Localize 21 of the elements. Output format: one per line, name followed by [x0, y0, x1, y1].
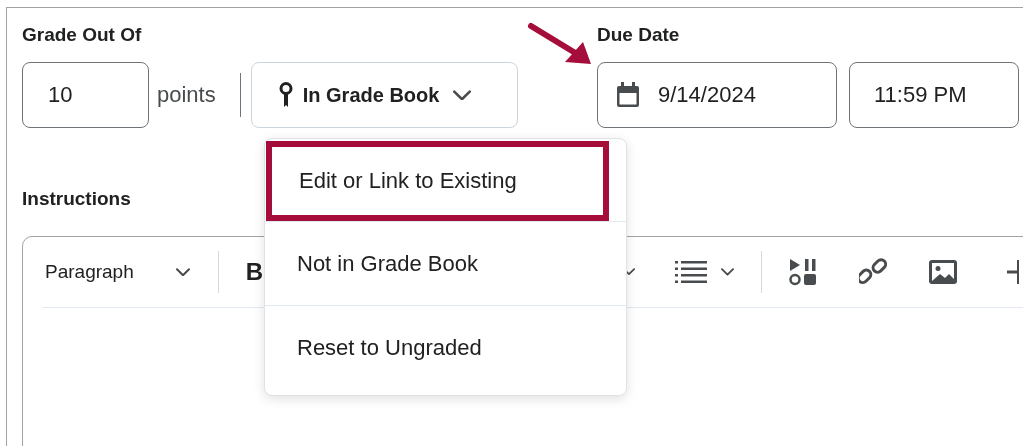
chevron-icon [175, 267, 190, 277]
menu-item[interactable]: Not in Grade Book [265, 221, 626, 305]
bold-button[interactable]: B [245, 258, 264, 286]
list-icon[interactable] [675, 260, 708, 284]
calendar-icon [616, 82, 640, 108]
image-icon[interactable] [929, 260, 958, 284]
points-field[interactable]: 10 [22, 62, 149, 128]
field-label: Due Date [597, 24, 680, 46]
unit-label: points [157, 82, 216, 108]
chevron-icon [453, 89, 472, 101]
date-field[interactable]: 9/14/2024 [597, 62, 837, 128]
format-dropdown[interactable]: Paragraph [45, 261, 134, 283]
grade-book-dropdown[interactable]: In Grade Book [250, 62, 518, 128]
field-label: Grade Out Of [22, 24, 142, 46]
link-icon[interactable] [859, 258, 888, 286]
menu-item[interactable]: Edit or Link to Existing [266, 141, 609, 221]
menu-item[interactable]: Reset to Ungraded [265, 305, 626, 389]
chevron-icon [721, 268, 735, 276]
field-label: Instructions [22, 188, 131, 210]
time-field[interactable]: 11:59 PM [849, 62, 1019, 128]
media-icon[interactable] [789, 258, 818, 286]
